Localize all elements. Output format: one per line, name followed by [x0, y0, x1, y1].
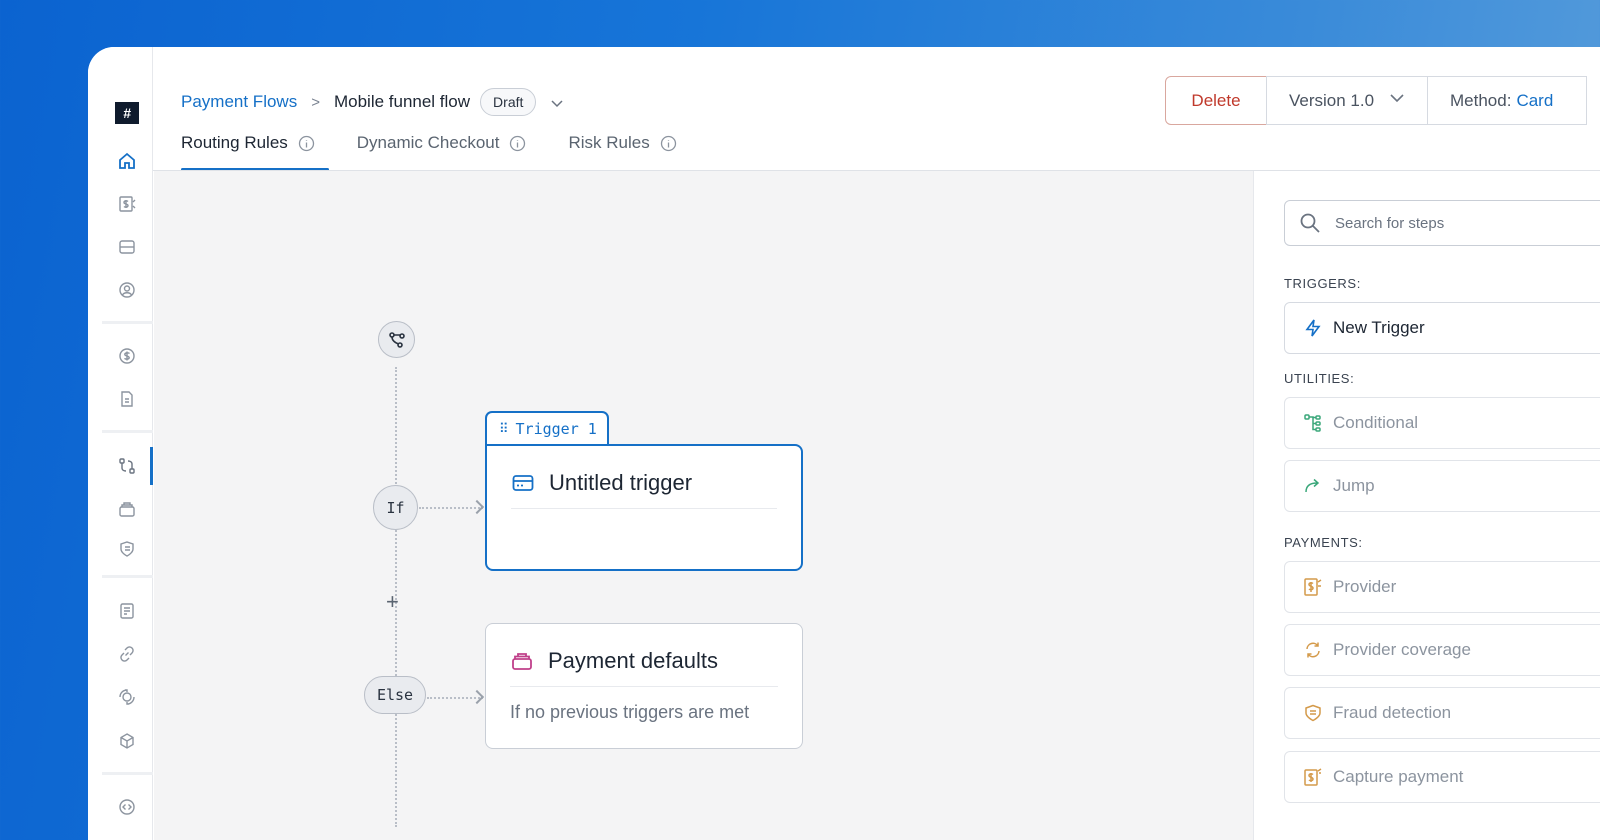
sidebar-rail: # [88, 47, 153, 840]
trigger-tab-label: Trigger 1 [515, 420, 597, 438]
step-label: Conditional [1333, 413, 1419, 432]
flow-canvas[interactable]: If + Else ⠿ Trigger 1 Untitled trigger P… [154, 171, 1253, 840]
header-actions: Delete Version 1.0 Method: Card [1165, 76, 1587, 125]
info-icon[interactable] [509, 135, 526, 152]
step-label: New Trigger [1333, 318, 1425, 337]
search-input[interactable] [1335, 214, 1595, 232]
delete-button[interactable]: Delete [1165, 76, 1267, 125]
card-divider [510, 686, 778, 687]
flow-name: Mobile funnel flow [333, 92, 471, 111]
flow-routing-icon[interactable] [117, 456, 137, 476]
tab-routing-rules[interactable]: Routing Rules [181, 133, 329, 171]
step-provider-coverage[interactable]: Provider coverage [1284, 624, 1600, 676]
rail-divider [102, 575, 153, 578]
section-label-utilities: UTILITIES: [1284, 371, 1355, 386]
user-circle-icon[interactable] [117, 280, 137, 300]
step-capture-payment[interactable]: Capture payment [1284, 751, 1600, 803]
wallet-icon [512, 653, 532, 670]
cube-icon[interactable] [117, 731, 137, 751]
method-label: Method: [1450, 90, 1512, 110]
step-label: Provider [1333, 577, 1397, 596]
refresh-icon [1306, 642, 1320, 658]
else-node[interactable]: Else [364, 676, 426, 714]
receipt-dollar-icon[interactable] [117, 194, 137, 214]
tab-bar: Routing Rules Dynamic Checkout Risk Rule… [181, 133, 719, 171]
step-label: Capture payment [1333, 767, 1464, 786]
dollar-circle-icon[interactable] [117, 346, 137, 366]
app-window: # Payment Flows > Mobile funnel flow Dra… [88, 47, 1600, 840]
app-logo[interactable]: # [115, 102, 139, 124]
method-dropdown[interactable]: Method: Card [1427, 76, 1587, 125]
branch-icon [388, 331, 405, 348]
payment-defaults-card[interactable]: Payment defaults If no previous triggers… [485, 623, 803, 749]
server-icon[interactable] [117, 237, 137, 257]
steps-panel: TRIGGERS: New Trigger UTILITIES: Conditi… [1253, 171, 1600, 840]
status-badge: Draft [480, 88, 537, 116]
info-icon[interactable] [298, 135, 315, 152]
code-icon[interactable] [117, 797, 137, 817]
flow-start-node[interactable] [378, 321, 415, 358]
tab-dynamic-checkout[interactable]: Dynamic Checkout [357, 133, 527, 171]
card-icon [512, 475, 534, 491]
info-icon[interactable] [660, 135, 677, 152]
step-label: Jump [1333, 476, 1375, 495]
drag-handle-icon[interactable]: ⠿ [499, 422, 508, 437]
version-dropdown[interactable]: Version 1.0 [1266, 76, 1428, 125]
rail-divider [102, 430, 153, 433]
trigger-card-title: Untitled trigger [549, 470, 693, 495]
conditional-icon [1304, 414, 1321, 432]
shield-stack-icon[interactable] [117, 539, 137, 559]
currency-exchange-icon[interactable] [117, 687, 137, 707]
section-label-triggers: TRIGGERS: [1284, 276, 1361, 291]
chevron-down-icon[interactable] [550, 95, 564, 109]
arrow-right-icon [469, 689, 485, 705]
rail-divider [102, 772, 153, 775]
trigger-card[interactable]: Untitled trigger [485, 444, 803, 571]
arrow-right-icon [469, 499, 485, 515]
tab-label: Routing Rules [181, 133, 288, 152]
tab-risk-rules[interactable]: Risk Rules [568, 133, 676, 171]
step-label: Provider coverage [1333, 640, 1471, 659]
section-label-payments: PAYMENTS: [1284, 535, 1363, 550]
home-icon[interactable] [117, 151, 137, 171]
breadcrumb-payment-flows[interactable]: Payment Flows [181, 92, 297, 112]
method-value: Card [1516, 90, 1554, 110]
tab-label: Risk Rules [568, 133, 650, 152]
step-new-trigger[interactable]: New Trigger [1284, 302, 1600, 354]
jump-arrow-icon [1305, 478, 1320, 493]
card-divider [511, 508, 777, 509]
document-icon[interactable] [117, 389, 137, 409]
defaults-card-title: Payment defaults [548, 648, 718, 673]
link-icon[interactable] [117, 644, 137, 664]
trigger-tab[interactable]: ⠿ Trigger 1 [485, 411, 609, 445]
step-provider[interactable]: Provider [1284, 561, 1600, 613]
if-node[interactable]: If [373, 485, 418, 530]
breadcrumb: Payment Flows > Mobile funnel flow Draft [181, 87, 564, 117]
step-fraud-detection[interactable]: Fraud detection [1284, 687, 1600, 739]
step-jump[interactable]: Jump [1284, 460, 1600, 512]
search-icon [1300, 213, 1320, 233]
rail-active-indicator [150, 447, 153, 485]
shield-icon [1305, 704, 1321, 722]
add-step-plus[interactable]: + [386, 589, 399, 615]
chevron-down-icon [1389, 90, 1405, 111]
rail-divider [102, 321, 153, 324]
wallet-icon[interactable] [117, 499, 137, 519]
tab-label: Dynamic Checkout [356, 133, 500, 152]
lightning-icon [1305, 319, 1321, 337]
search-box[interactable] [1284, 200, 1600, 246]
defaults-card-subtitle: If no previous triggers are met [510, 702, 750, 722]
step-label: Fraud detection [1333, 703, 1452, 722]
version-label: Version 1.0 [1289, 90, 1375, 110]
step-conditional[interactable]: Conditional [1284, 397, 1600, 449]
breadcrumb-chevron-icon: > [311, 93, 320, 111]
provider-icon [1304, 578, 1322, 596]
report-icon[interactable] [117, 601, 137, 621]
capture-icon [1304, 768, 1322, 786]
